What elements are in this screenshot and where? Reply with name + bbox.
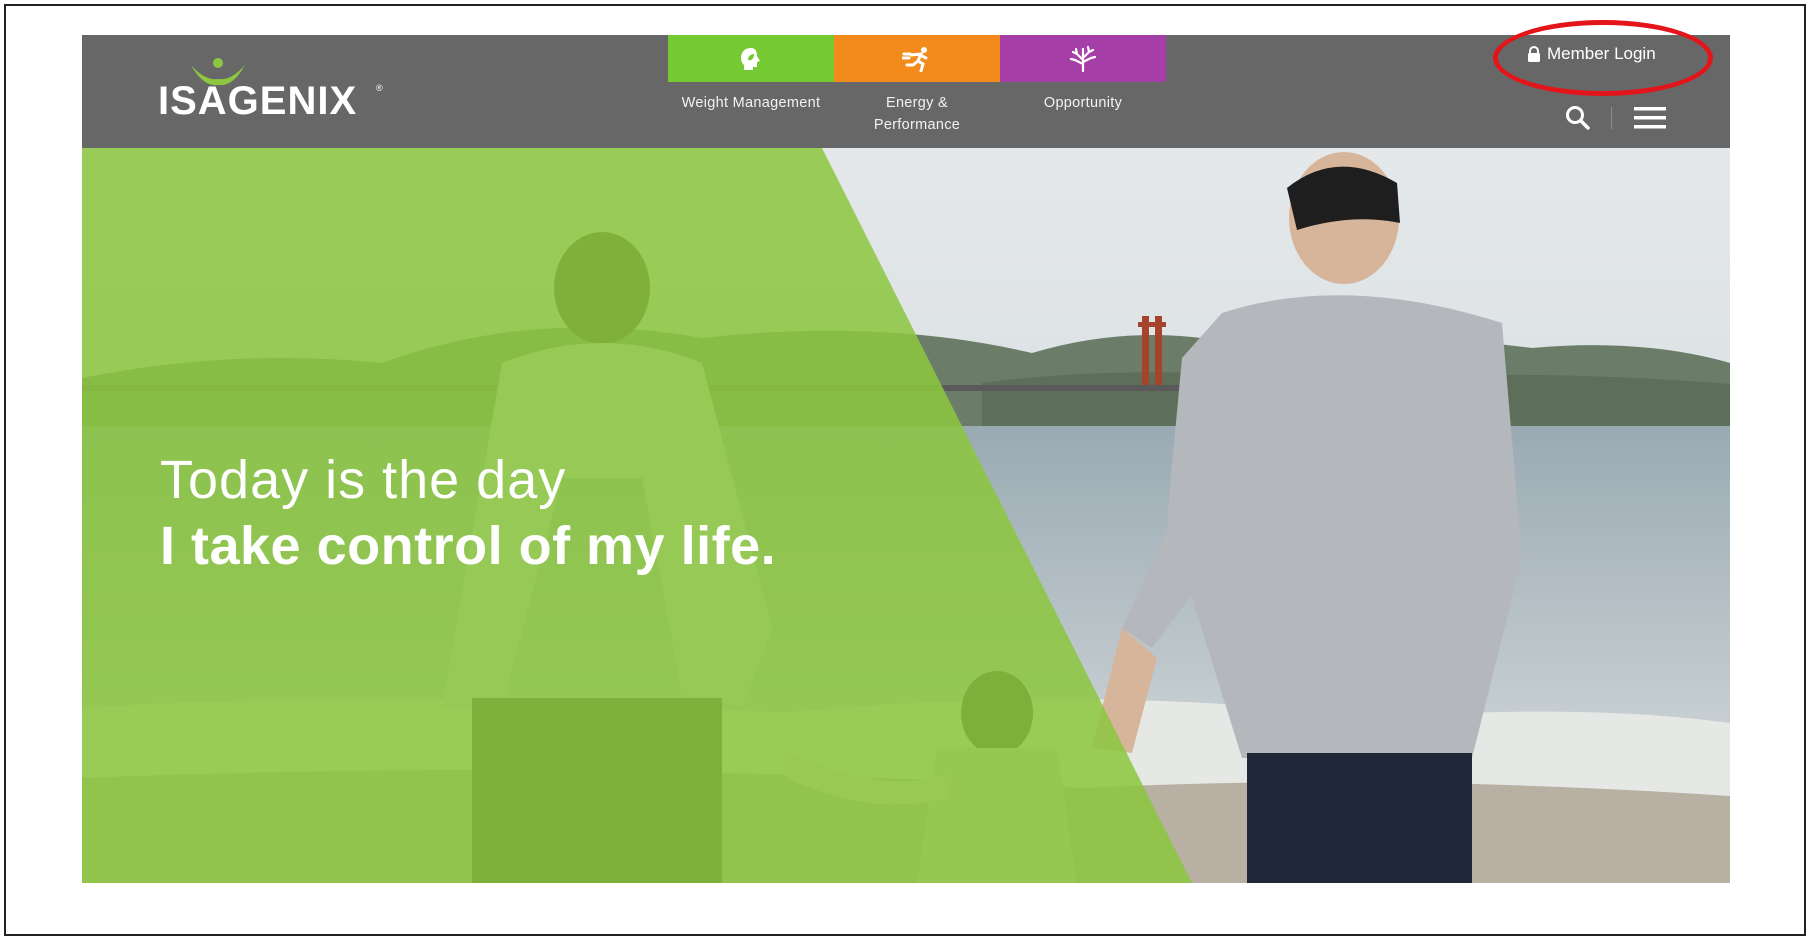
member-login-highlight-circle — [1493, 20, 1713, 96]
hero-banner: Today is the day I take control of my li… — [82, 148, 1730, 883]
nav-energy-performance[interactable]: Energy & Performance — [834, 35, 1000, 148]
search-icon[interactable] — [1565, 105, 1591, 131]
logo-registered-mark: ® — [376, 83, 383, 93]
logo-wordmark: ISAGENIX — [158, 79, 358, 123]
nav-energy-performance-block[interactable] — [834, 35, 1000, 82]
isagenix-logo[interactable]: ISAGENIX ® — [158, 57, 388, 127]
tree-icon — [1069, 45, 1097, 72]
hero-headline-line2: I take control of my life. — [160, 516, 777, 576]
site-header: ISAGENIX ® Weight Management Energy & Pe… — [82, 35, 1730, 148]
nav-opportunity-block[interactable] — [1000, 35, 1166, 82]
header-tools-divider — [1611, 107, 1612, 129]
head-leaf-icon — [741, 47, 760, 70]
isagenix-site: ISAGENIX ® Weight Management Energy & Pe… — [82, 35, 1730, 883]
nav-opportunity[interactable]: Opportunity — [1000, 35, 1166, 148]
nav-weight-management-block[interactable] — [668, 35, 834, 82]
hero-headline-line1: Today is the day — [160, 450, 567, 510]
nav-weight-management[interactable]: Weight Management — [668, 35, 834, 148]
hamburger-menu-icon[interactable] — [1634, 105, 1666, 131]
nav-energy-performance-label[interactable]: Energy & Performance — [862, 92, 972, 136]
nav-opportunity-label[interactable]: Opportunity — [1000, 92, 1166, 114]
running-figure-icon — [902, 46, 928, 72]
nav-weight-management-label[interactable]: Weight Management — [668, 92, 834, 114]
header-tools — [1565, 105, 1666, 131]
